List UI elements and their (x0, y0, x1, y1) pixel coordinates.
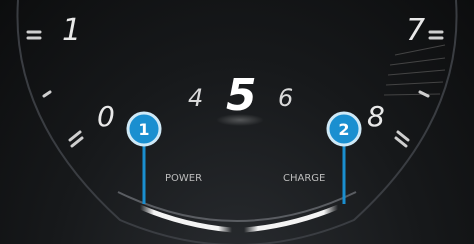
scale-label-0: 0 (97, 100, 115, 133)
right-hatch-marks (383, 44, 446, 96)
scale-label-1: 1 (62, 13, 81, 48)
right-tick-marks (394, 30, 444, 148)
gear-previous: 4 (188, 84, 203, 112)
scale-label-7: 7 (406, 13, 425, 48)
power-arc-fill (137, 204, 235, 233)
power-label: POWER (165, 173, 202, 184)
power-charge-arc-track (117, 191, 357, 222)
callout-2: 2 (326, 111, 362, 147)
scale-label-8: 8 (367, 100, 385, 133)
charge-label: CHARGE (283, 173, 325, 184)
callout-2-number: 2 (338, 120, 349, 139)
callout-1: 1 (126, 111, 162, 147)
left-tick-marks (26, 30, 84, 148)
instrument-cluster-display: 1 0 7 8 4 5 6 POWER CHARGE 1 2 (0, 0, 474, 244)
gear-current: 5 (226, 70, 257, 121)
callout-1-number: 1 (138, 120, 149, 139)
charge-arc-fill (241, 204, 341, 233)
gear-reflection (216, 114, 264, 126)
gear-next: 6 (278, 84, 293, 112)
gauge-svg: 1 0 7 8 4 5 6 POWER CHARGE 1 2 (16, 0, 458, 244)
